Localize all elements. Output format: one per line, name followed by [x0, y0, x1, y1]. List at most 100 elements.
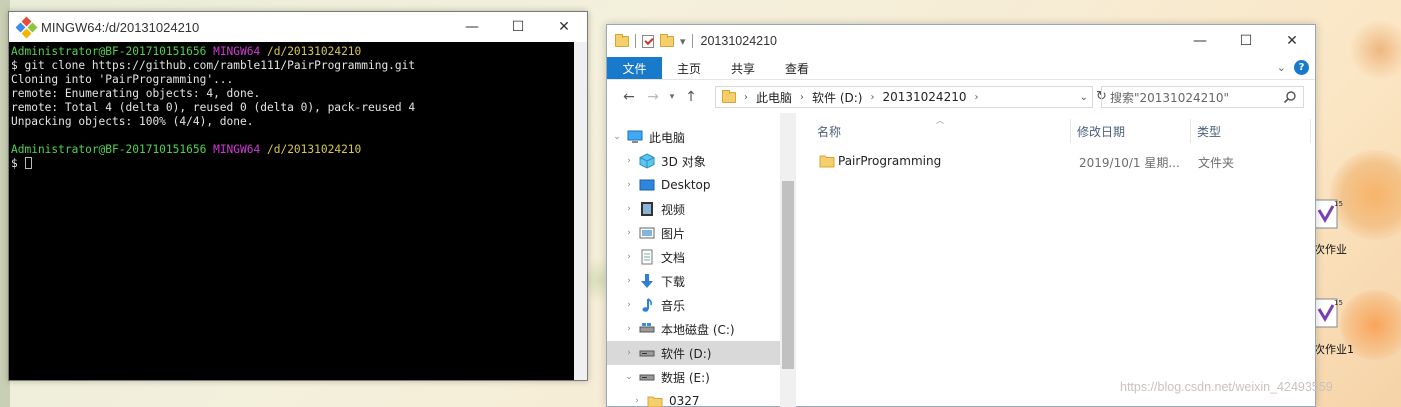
expand-chevron-icon[interactable]: › — [623, 156, 635, 166]
terminal-input-line[interactable]: $ — [11, 157, 573, 171]
nav-item-drive-c[interactable]: › 本地磁盘 (C:) — [607, 317, 780, 341]
close-button[interactable]: ✕ — [541, 12, 587, 42]
nav-label: 此电脑 — [649, 130, 686, 145]
column-header-type[interactable]: 类型 — [1197, 119, 1221, 143]
tab-file[interactable]: 文件 — [607, 57, 662, 79]
file-type: 文件夹 — [1198, 156, 1235, 170]
maximize-button[interactable]: ☐ — [1223, 25, 1269, 57]
prompt-user: Administrator@BF-201710151656 — [11, 143, 207, 156]
terminal-window[interactable]: MINGW64:/d/20131024210 — ☐ ✕ Administrat… — [8, 11, 588, 381]
address-bar[interactable]: › 此电脑 › 软件 (D:) › 20131024210 › ⌄ — [715, 86, 1093, 108]
address-dropdown-icon[interactable]: ⌄ — [1080, 92, 1088, 103]
file-row[interactable]: PairProgramming 2019/10/1 星期... 文件夹 — [806, 150, 1301, 172]
new-folder-icon[interactable] — [660, 33, 674, 47]
nav-label: 下载 — [661, 274, 686, 289]
nav-item-3d-objects[interactable]: › 3D 对象 — [607, 149, 780, 173]
close-button[interactable]: ✕ — [1269, 25, 1315, 57]
search-box[interactable]: 搜索"20131024210" — [1101, 86, 1304, 108]
expand-chevron-icon[interactable]: › — [623, 180, 635, 190]
watermark-url: https://blog.csdn.net/weixin_42493559 — [1120, 380, 1333, 394]
expand-chevron-icon[interactable]: › — [623, 324, 635, 334]
prompt-user: Administrator@BF-201710151656 — [11, 45, 207, 58]
expand-chevron-icon[interactable]: › — [623, 204, 635, 214]
nav-label: 3D 对象 — [661, 154, 706, 169]
expand-chevron-icon[interactable]: › — [623, 276, 635, 286]
terminal-output[interactable]: Administrator@BF-201710151656 MINGW64 /d… — [9, 42, 575, 380]
explorer-title-bar[interactable]: ▾ 20131024210 — ☐ ✕ — [607, 25, 1315, 57]
nav-item-drive-e[interactable]: ⌄ 数据 (E:) — [607, 365, 780, 389]
visual-studio-icon[interactable]: 15 — [1313, 198, 1343, 232]
expand-chevron-icon[interactable]: › — [631, 396, 643, 406]
column-header-label: 类型 — [1197, 124, 1222, 139]
terminal-line: Cloning into 'PairProgramming'... — [11, 73, 234, 86]
column-header-name[interactable]: 名称 — [817, 119, 841, 143]
nav-item-drive-d[interactable]: › 软件 (D:) — [607, 341, 780, 365]
expand-chevron-icon[interactable]: › — [623, 228, 635, 238]
expand-chevron-icon[interactable]: › — [623, 348, 635, 358]
nav-label: Desktop — [661, 178, 711, 192]
nav-item-documents[interactable]: › 文档 — [607, 245, 780, 269]
breadcrumb-current-folder[interactable]: 20131024210 — [882, 90, 966, 104]
breadcrumb-separator-icon[interactable]: › — [744, 92, 748, 103]
breadcrumb-drive-d[interactable]: 软件 (D:) — [812, 89, 862, 106]
nav-label: 本地磁盘 (C:) — [661, 322, 735, 337]
column-divider[interactable] — [1310, 119, 1311, 143]
nav-item-desktop[interactable]: › Desktop — [607, 173, 780, 197]
scrollbar-thumb[interactable] — [782, 181, 794, 369]
search-icon[interactable] — [1283, 90, 1297, 104]
toolbar-separator — [635, 34, 636, 48]
drive-icon — [639, 345, 655, 361]
navigation-pane[interactable]: ⌄ 此电脑 › 3D 对象 › Desktop › 视频 › 图片 › 文档 ›… — [607, 113, 780, 407]
breadcrumb-this-pc[interactable]: 此电脑 — [756, 89, 792, 106]
forward-arrow-icon[interactable]: → — [641, 89, 665, 105]
nav-item-pictures[interactable]: › 图片 — [607, 221, 780, 245]
customize-toolbar-chevron-icon[interactable]: ▾ — [680, 35, 686, 48]
properties-icon[interactable] — [642, 34, 654, 48]
breadcrumb-separator-icon[interactable]: › — [800, 92, 804, 103]
nav-item-videos[interactable]: › 视频 — [607, 197, 780, 221]
terminal-title-bar[interactable]: MINGW64:/d/20131024210 — ☐ ✕ — [9, 12, 587, 42]
navigation-scrollbar[interactable] — [780, 113, 796, 407]
quick-access-toolbar: ▾ — [607, 33, 693, 48]
recent-locations-chevron-icon[interactable]: ▾ — [665, 92, 679, 102]
column-header-date[interactable]: 修改日期 — [1077, 119, 1125, 143]
collapse-chevron-icon[interactable]: ⌄ — [623, 372, 635, 382]
toolbar-separator — [691, 34, 693, 48]
breadcrumb-separator-icon[interactable]: › — [974, 92, 978, 103]
picture-icon — [639, 225, 655, 241]
nav-label: 视频 — [661, 202, 686, 217]
minimize-button[interactable]: — — [449, 12, 495, 42]
desktop-icon-label: 次作业1 — [1314, 343, 1354, 356]
back-arrow-icon[interactable]: ← — [617, 89, 641, 105]
collapse-chevron-icon[interactable]: ⌄ — [611, 132, 623, 142]
nav-item-this-pc[interactable]: ⌄ 此电脑 — [607, 125, 780, 149]
up-arrow-icon[interactable]: ↑ — [679, 89, 703, 105]
expand-ribbon-chevron-icon[interactable]: ⌄ — [1277, 61, 1286, 74]
folder-icon — [722, 89, 736, 103]
cube-3d-icon — [639, 153, 655, 169]
terminal-scrollbar[interactable] — [574, 42, 587, 380]
folder-icon[interactable] — [615, 33, 629, 47]
nav-item-folder-0327[interactable]: › 0327 — [607, 389, 780, 407]
visual-studio-icon[interactable]: 15 — [1313, 297, 1343, 331]
drive-icon — [639, 369, 655, 385]
file-explorer-window[interactable]: ▾ 20131024210 — ☐ ✕ 文件 主页 共享 查看 ⌄ ? ← → … — [606, 24, 1316, 407]
expand-chevron-icon[interactable]: › — [623, 252, 635, 262]
minimize-button[interactable]: — — [1177, 25, 1223, 57]
column-divider[interactable] — [1190, 119, 1191, 143]
terminal-prompt-line: Administrator@BF-201710151656 MINGW64 /d… — [11, 45, 573, 59]
maximize-button[interactable]: ☐ — [495, 12, 541, 42]
expand-chevron-icon[interactable]: › — [623, 300, 635, 310]
tab-home[interactable]: 主页 — [662, 57, 716, 79]
nav-item-music[interactable]: › 音乐 — [607, 293, 780, 317]
nav-label: 0327 — [669, 394, 700, 407]
column-divider[interactable] — [1070, 119, 1071, 143]
folder-icon — [819, 153, 835, 172]
tab-share[interactable]: 共享 — [716, 57, 770, 79]
breadcrumb-separator-icon[interactable]: › — [870, 92, 874, 103]
file-list[interactable]: ︿ 名称 修改日期 类型 PairProgramming 2019/10/1 星… — [796, 113, 1315, 407]
help-icon[interactable]: ? — [1294, 60, 1309, 75]
nav-item-downloads[interactable]: › 下载 — [607, 269, 780, 293]
terminal-line: Unpacking objects: 100% (4/4), done. — [11, 115, 254, 128]
tab-view[interactable]: 查看 — [770, 57, 824, 79]
